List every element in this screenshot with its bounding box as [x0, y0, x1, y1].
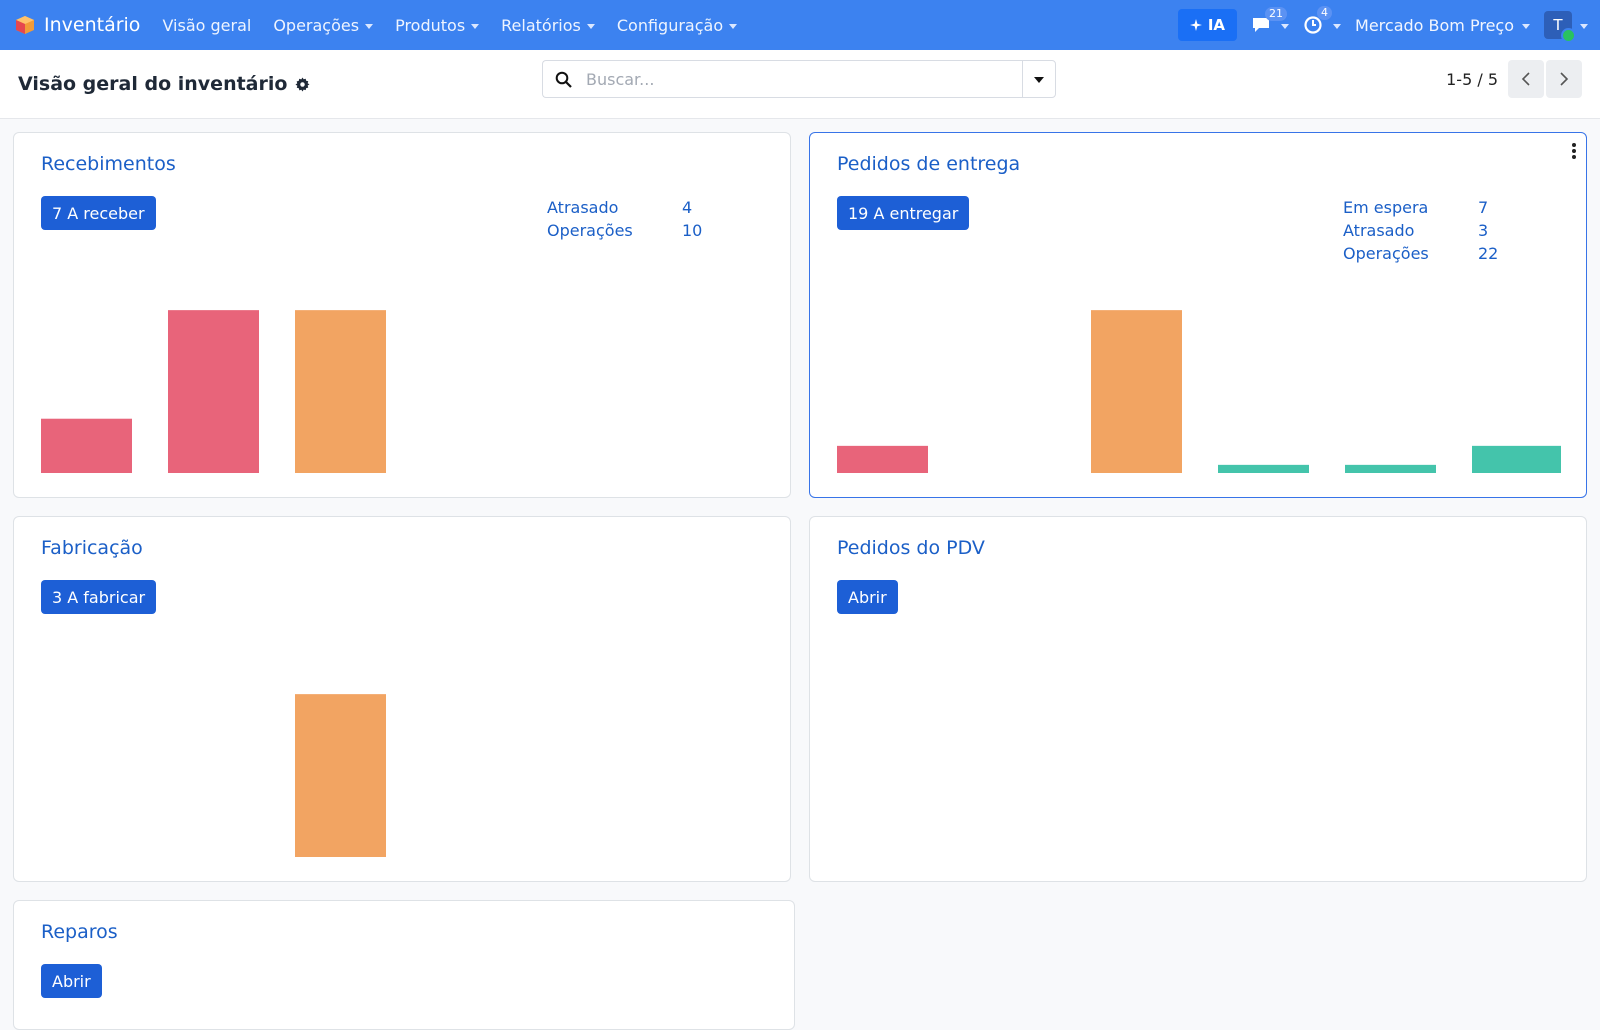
deliveries-to-process-button[interactable]: 19 A entregar	[837, 196, 970, 230]
stat-value: 3	[1478, 221, 1489, 240]
online-status-icon	[1561, 28, 1576, 43]
ai-button-label: IA	[1207, 16, 1226, 34]
card-receipts: Recebimentos 7 A receber Atrasado 4 Oper…	[13, 132, 791, 498]
menu-products[interactable]: Produtos	[395, 15, 480, 35]
stat-value: 7	[1478, 198, 1489, 217]
chart-bar[interactable]	[1472, 445, 1561, 473]
chevron-down-icon	[586, 23, 595, 29]
pos-open-button[interactable]: Abrir	[837, 580, 898, 614]
menu-configuration-label: Configuração	[616, 15, 724, 35]
user-menu[interactable]: T	[1544, 11, 1588, 43]
main-menu: Visão geral Operações Produtos Relatório…	[162, 15, 738, 35]
messaging-menu[interactable]: 21	[1251, 7, 1290, 34]
chart-bar[interactable]	[1218, 464, 1309, 473]
gear-icon[interactable]	[295, 76, 310, 92]
menu-overview[interactable]: Visão geral	[162, 16, 251, 35]
page-title-text: Visão geral do inventário	[18, 73, 288, 95]
deliveries-bar-chart	[837, 310, 1561, 473]
chevron-down-icon	[729, 23, 738, 29]
card-options-icon[interactable]	[1572, 143, 1576, 159]
pager-value[interactable]: 1-5 / 5	[1446, 70, 1498, 89]
stat-operations[interactable]: Operações 22	[1343, 242, 1498, 265]
company-switcher[interactable]: Mercado Bom Preço	[1355, 16, 1530, 35]
receipts-stats: Atrasado 4 Operações 10	[547, 196, 702, 242]
company-name: Mercado Bom Preço	[1355, 15, 1514, 35]
ai-button[interactable]: IA	[1177, 9, 1238, 41]
card-title[interactable]: Fabricação	[41, 537, 143, 559]
card-title[interactable]: Reparos	[41, 921, 118, 943]
chevron-left-icon	[1521, 72, 1530, 86]
menu-products-label: Produtos	[395, 15, 466, 35]
chevron-right-icon	[1560, 72, 1569, 86]
stat-value: 22	[1478, 244, 1499, 263]
pager-previous-button[interactable]	[1508, 60, 1544, 98]
chart-bar[interactable]	[168, 310, 259, 473]
chart-bar[interactable]	[1091, 310, 1182, 473]
stat-late[interactable]: Atrasado 4	[547, 196, 702, 219]
chevron-down-icon	[1333, 23, 1342, 29]
stat-late[interactable]: Atrasado 3	[1343, 219, 1498, 242]
deliveries-stats: Em espera 7 Atrasado 3 Operações 22	[1343, 196, 1498, 265]
avatar: T	[1544, 11, 1576, 43]
repairs-open-button[interactable]: Abrir	[41, 964, 102, 998]
stat-value: 4	[682, 198, 693, 217]
stat-label: Operações	[1343, 244, 1429, 263]
stat-label: Atrasado	[1343, 221, 1415, 240]
search-options-toggle[interactable]	[1022, 60, 1056, 98]
chart-bar[interactable]	[837, 445, 928, 473]
chart-bar[interactable]	[1345, 464, 1436, 473]
receipts-to-process-button[interactable]: 7 A receber	[41, 196, 156, 230]
manufacturing-to-process-button[interactable]: 3 A fabricar	[41, 580, 157, 614]
menu-configuration[interactable]: Configuração	[616, 15, 738, 35]
menu-operations-label: Operações	[273, 15, 360, 35]
stat-operations[interactable]: Operações 10	[547, 219, 702, 242]
card-title[interactable]: Recebimentos	[41, 153, 176, 175]
chevron-down-icon	[1281, 23, 1290, 29]
chart-bar[interactable]	[295, 694, 386, 857]
stat-label: Atrasado	[547, 198, 619, 217]
app-name: Inventário	[44, 14, 141, 36]
chevron-down-icon	[1522, 23, 1530, 29]
pager-next-button[interactable]	[1546, 60, 1582, 98]
menu-reports-label: Relatórios	[501, 15, 581, 35]
menu-overview-label: Visão geral	[162, 15, 252, 35]
manufacturing-bar-chart	[295, 694, 386, 857]
caret-down-icon	[1034, 77, 1044, 83]
top-navbar: Inventário Visão geral Operações Produto…	[0, 0, 1600, 50]
pager: 1-5 / 5	[1446, 60, 1582, 98]
search-bar	[542, 60, 1056, 98]
card-title[interactable]: Pedidos de entrega	[837, 153, 1020, 175]
chevron-down-icon	[365, 23, 374, 29]
chart-bar[interactable]	[295, 310, 386, 473]
card-manufacturing: Fabricação 3 A fabricar	[13, 516, 791, 882]
card-delivery-orders: Pedidos de entrega 19 A entregar Em espe…	[809, 132, 1587, 498]
sparkle-icon	[1189, 19, 1202, 31]
inventory-app-icon	[16, 16, 34, 34]
activity-menu[interactable]: 4	[1303, 6, 1342, 35]
activities-count-badge: 4	[1317, 6, 1333, 20]
messages-count-badge: 21	[1265, 7, 1288, 21]
page-title: Visão geral do inventário	[18, 50, 310, 118]
stat-label: Em espera	[1343, 198, 1429, 217]
receipts-bar-chart	[41, 310, 386, 473]
menu-operations[interactable]: Operações	[273, 15, 374, 35]
menu-reports[interactable]: Relatórios	[501, 16, 595, 35]
card-repairs: Reparos Abrir	[13, 900, 795, 1030]
chart-bar[interactable]	[41, 418, 132, 473]
stat-waiting[interactable]: Em espera 7	[1343, 196, 1498, 219]
pager-buttons	[1508, 60, 1582, 98]
navbar-systray: IA 21 4 Mercado Bom Preço T	[1177, 6, 1588, 43]
stat-label: Operações	[547, 221, 633, 240]
app-brand[interactable]: Inventário	[14, 14, 140, 36]
search-box	[542, 60, 1022, 98]
chevron-down-icon	[1580, 23, 1588, 29]
search-input[interactable]	[584, 68, 1008, 90]
chevron-down-icon	[471, 23, 480, 29]
search-icon	[555, 71, 572, 88]
card-title[interactable]: Pedidos do PDV	[837, 537, 985, 559]
card-pos-orders: Pedidos do PDV Abrir	[809, 516, 1587, 882]
control-panel: Visão geral do inventário 1-5 / 5	[0, 50, 1600, 119]
stat-value: 10	[682, 221, 703, 240]
